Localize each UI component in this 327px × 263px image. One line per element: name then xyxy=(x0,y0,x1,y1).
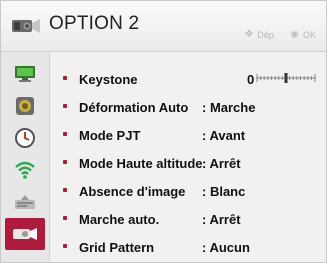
menu-item-value: : Arrêt xyxy=(202,211,241,227)
menu-item-label: Mode Haute altitude xyxy=(79,155,203,171)
sidebar-item-option2[interactable] xyxy=(5,218,45,250)
ok-button-icon: ◉ xyxy=(290,29,299,40)
bullet-icon xyxy=(63,132,67,136)
sidebar xyxy=(1,52,50,262)
bullet-icon xyxy=(63,216,67,220)
menu-item-auto-deformation[interactable]: Déformation Auto : Marche xyxy=(50,94,326,120)
keystone-slider[interactable] xyxy=(256,73,316,83)
menu-item-value: : Blanc xyxy=(202,183,246,199)
projector-icon xyxy=(12,19,40,33)
wifi-icon xyxy=(15,161,35,179)
menu-item-label: Keystone xyxy=(79,71,138,87)
clock-icon xyxy=(15,128,35,148)
menu-item-blank-image[interactable]: Absence d'image : Blanc xyxy=(50,178,326,204)
menu-item-label: Absence d'image xyxy=(79,183,186,199)
bullet-icon xyxy=(63,104,67,108)
slider-tick xyxy=(263,76,265,80)
speaker-icon xyxy=(16,97,34,115)
slider-handle[interactable] xyxy=(284,73,288,83)
menu-item-value: : Marche xyxy=(202,99,256,115)
sidebar-item-network[interactable] xyxy=(5,154,45,186)
menu-item-auto-power[interactable]: Marche auto. : Arrêt xyxy=(50,206,326,232)
menu-item-value: : Avant xyxy=(202,127,246,143)
bullet-icon xyxy=(63,188,67,192)
bullet-icon xyxy=(63,244,67,248)
header: OPTION 2 ✥ Dép. ◉ OK xyxy=(1,1,326,52)
bullet-icon xyxy=(63,160,67,164)
sidebar-item-time[interactable] xyxy=(5,122,45,154)
sidebar-item-option1[interactable] xyxy=(5,186,45,218)
page-title: OPTION 2 xyxy=(49,13,140,34)
slider-tick xyxy=(267,76,269,80)
menu-window: OPTION 2 ✥ Dép. ◉ OK Keystone 0 Déformat… xyxy=(0,0,327,263)
slider-tick xyxy=(274,76,276,80)
nav-hint-move-label: Dép. xyxy=(257,29,277,40)
navigate-arrows-icon: ✥ xyxy=(244,29,254,40)
slider-tick xyxy=(289,76,291,80)
slider-tick xyxy=(296,76,298,80)
slider-tick xyxy=(256,74,258,82)
slider-tick xyxy=(307,76,309,80)
slider-tick xyxy=(292,76,294,80)
option1-icon xyxy=(15,195,35,209)
menu-item-value: : Aucun xyxy=(202,239,250,255)
sidebar-item-picture[interactable] xyxy=(5,58,45,90)
menu-item-value: : Arrêt xyxy=(202,155,241,171)
keystone-value: 0 xyxy=(247,71,255,87)
slider-tick xyxy=(314,74,316,82)
projector-icon xyxy=(13,228,37,240)
menu-item-label: Marche auto. xyxy=(79,211,160,227)
slider-tick xyxy=(303,76,305,80)
menu-item-grid-pattern[interactable]: Grid Pattern : Aucun xyxy=(50,234,326,260)
slider-tick xyxy=(260,76,262,80)
menu-list: Keystone 0 Déformation Auto : Marche Mod… xyxy=(50,52,326,262)
menu-item-label: Déformation Auto xyxy=(79,99,189,115)
menu-item-pjt-mode[interactable]: Mode PJT : Avant xyxy=(50,122,326,148)
sidebar-item-audio[interactable] xyxy=(5,90,45,122)
bullet-icon xyxy=(63,76,67,80)
slider-tick xyxy=(281,76,283,80)
nav-hint-ok-label: OK xyxy=(302,29,316,40)
menu-item-high-altitude[interactable]: Mode Haute altitude : Arrêt xyxy=(50,150,326,176)
slider-tick xyxy=(278,76,280,80)
menu-item-label: Grid Pattern xyxy=(79,239,155,255)
menu-item-label: Mode PJT xyxy=(79,127,141,143)
menu-item-keystone[interactable]: Keystone 0 xyxy=(50,66,326,92)
slider-tick xyxy=(271,76,272,80)
slider-tick xyxy=(300,76,301,80)
nav-hint: ✥ Dép. ◉ OK xyxy=(245,29,316,40)
monitor-icon xyxy=(15,66,35,82)
slider-tick xyxy=(310,76,312,80)
